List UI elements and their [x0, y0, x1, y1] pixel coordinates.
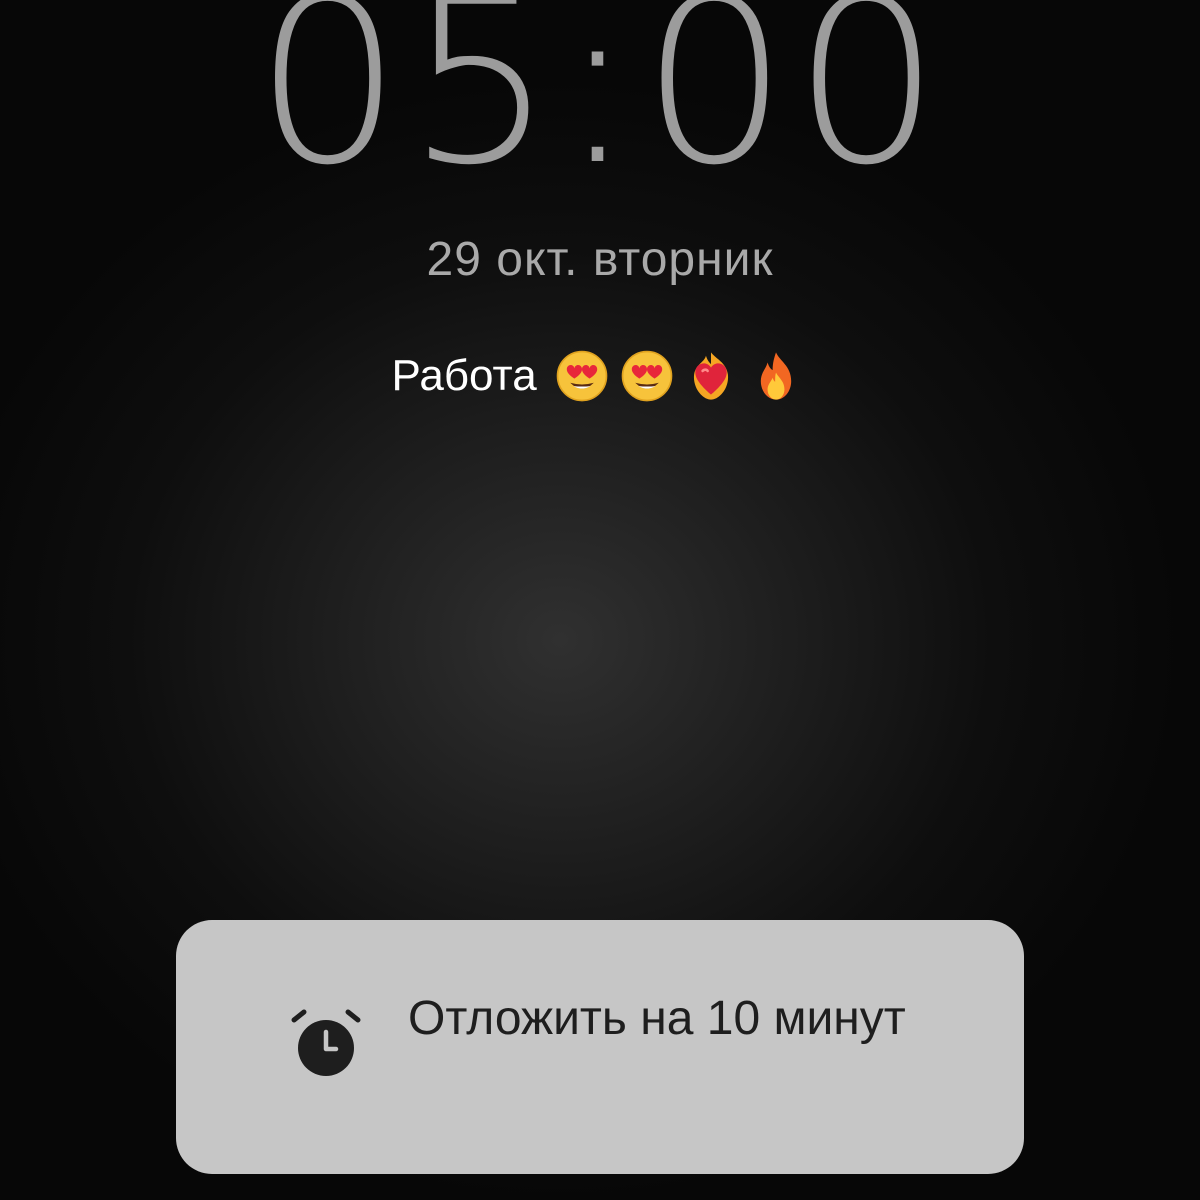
alarm-clock-icon: [291, 1009, 361, 1076]
smiling-face-heart-eyes-icon: [556, 350, 608, 402]
alarm-date: 29 окт. вторник: [426, 233, 774, 286]
heart-on-fire-icon: [693, 352, 729, 400]
alarm-label: Работа: [391, 351, 537, 400]
snooze-label: Отложить на 10 минут: [408, 992, 906, 1045]
smiling-face-heart-eyes-icon: [621, 350, 672, 402]
alarm-time: 05:00: [0, 0, 1200, 196]
alarm-label-row: Работа: [0, 348, 1200, 408]
fire-icon: [760, 352, 791, 400]
alarm-label-emojis: [555, 349, 808, 403]
snooze-button[interactable]: Отложить на 10 минут: [176, 920, 1024, 1174]
alarm-time-text: 05:00: [254, 0, 946, 215]
